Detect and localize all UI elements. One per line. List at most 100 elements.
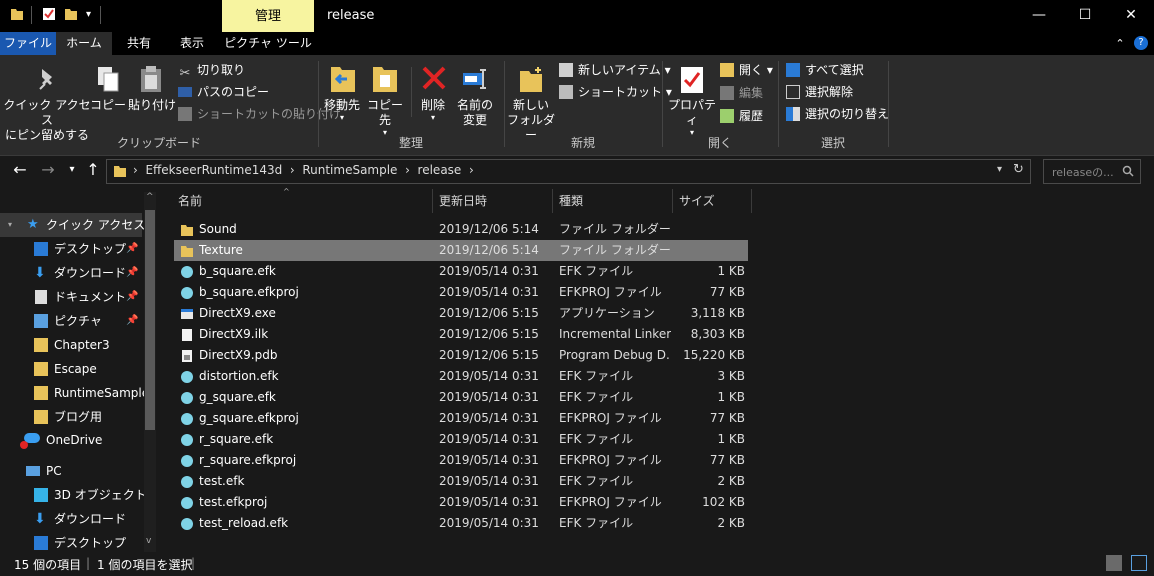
document-icon	[35, 290, 47, 304]
nav-item-3d-objects[interactable]: 3D オブジェクト	[0, 483, 147, 507]
close-button[interactable]: ✕	[1108, 0, 1154, 32]
tab-home[interactable]: ホーム	[56, 32, 112, 55]
search-box[interactable]: releaseの...	[1043, 159, 1141, 184]
maximize-button[interactable]: ☐	[1062, 0, 1108, 32]
file-row[interactable]: test.efkproj 2019/05/14 0:31 EFKPROJ ファイル 1…	[174, 492, 748, 513]
copy-icon	[98, 67, 119, 92]
file-row[interactable]: r_square.efkproj 2019/05/14 0:31 EFKPROJ フ…	[174, 450, 748, 471]
recent-locations-icon[interactable]: ▾	[62, 160, 82, 180]
shortcut-button[interactable]: ショートカット ▾	[559, 82, 672, 102]
file-row[interactable]: DirectX9.pdb 2019/12/06 5:15 Program Debug…	[174, 345, 748, 366]
error-badge-icon	[20, 441, 28, 449]
file-row[interactable]: DirectX9.ilk 2019/12/06 5:15 Incremental L…	[174, 324, 748, 345]
column-header-date[interactable]: 更新日時	[433, 189, 553, 213]
search-icon	[1122, 165, 1134, 177]
file-row[interactable]: DirectX9.exe 2019/12/06 5:15 アプリケーション 3,118…	[174, 303, 748, 324]
file-row[interactable]: Sound 2019/12/06 5:14 ファイル フォルダー	[174, 219, 748, 240]
file-row[interactable]: distortion.efk 2019/05/14 0:31 EFK ファイル 3 K…	[174, 366, 748, 387]
column-header-name[interactable]: 名前	[172, 189, 432, 213]
forward-icon[interactable]: →	[38, 160, 58, 180]
nav-item-pc[interactable]: PC	[0, 459, 142, 483]
edit-button[interactable]: 編集	[720, 83, 763, 103]
paste-button[interactable]: 貼り付け	[128, 98, 176, 113]
rename-button[interactable]: 名前の 変更	[452, 98, 498, 128]
nav-item-runtimesample[interactable]: RuntimeSample	[0, 381, 149, 405]
nav-item-onedrive[interactable]: OneDrive	[0, 428, 142, 452]
folder-icon	[34, 410, 48, 424]
nav-quick-access[interactable]: ★ クイック アクセス	[0, 213, 145, 237]
cut-button[interactable]: ✂ 切り取り	[178, 60, 245, 81]
breadcrumb-item[interactable]: release	[418, 163, 462, 177]
address-dropdown-icon[interactable]: ▾	[997, 164, 1002, 175]
copy-to-button[interactable]: コピー先 ▾	[362, 98, 408, 138]
up-icon[interactable]: ↑	[83, 160, 103, 180]
new-folder-icon[interactable]	[64, 7, 78, 21]
scroll-down-icon[interactable]: v	[146, 536, 151, 546]
refresh-icon[interactable]: ↻	[1013, 162, 1024, 177]
column-header-size[interactable]: サイズ	[673, 189, 751, 213]
nav-item-pc-downloads[interactable]: ⬇ ダウンロード	[0, 507, 142, 531]
tab-share[interactable]: 共有	[112, 32, 166, 55]
nav-item-pictures[interactable]: ピクチャ 📌	[0, 309, 142, 333]
select-none-button[interactable]: 選択解除	[786, 82, 853, 102]
selection-count: 1 個の項目を選択	[97, 558, 193, 572]
tab-view[interactable]: 表示	[166, 32, 218, 55]
copy-button[interactable]: コピー	[88, 98, 128, 113]
file-row[interactable]: r_square.efk 2019/05/14 0:31 EFK ファイル 1 KB	[174, 429, 748, 450]
properties-button[interactable]: プロパティ ▾	[664, 98, 720, 138]
large-icons-view-icon[interactable]	[1131, 555, 1147, 571]
file-name: b_square.efkproj	[199, 285, 299, 299]
file-row[interactable]: test.efk 2019/05/14 0:31 EFK ファイル 2 KB	[174, 471, 748, 492]
nav-item-chapter3[interactable]: Chapter3	[0, 333, 142, 357]
breadcrumb-item[interactable]: RuntimeSample	[302, 163, 397, 177]
breadcrumb-item[interactable]: EffekseerRuntime143d	[145, 163, 282, 177]
file-size: 3 KB	[717, 369, 745, 383]
nav-item-documents[interactable]: ドキュメント 📌	[0, 285, 142, 309]
nav-item-escape[interactable]: Escape	[0, 357, 142, 381]
open-button[interactable]: 開く ▾	[720, 60, 773, 80]
file-row[interactable]: Texture 2019/12/06 5:14 ファイル フォルダー	[174, 240, 748, 261]
invert-selection-button[interactable]: 選択の切り替え	[786, 104, 889, 124]
customize-qat-icon[interactable]: ▾	[86, 9, 91, 20]
tab-file[interactable]: ファイル	[0, 32, 56, 55]
group-label-new: 新規	[570, 136, 595, 150]
nav-scrollbar[interactable]: ^ v	[144, 192, 156, 552]
column-header-type[interactable]: 種類	[553, 189, 673, 213]
paste-shortcut-button[interactable]: ショートカットの貼り付け	[178, 104, 341, 124]
back-icon[interactable]: ←	[10, 160, 30, 180]
delete-button[interactable]: 削除 ▾	[414, 98, 452, 123]
address-bar[interactable]: › EffekseerRuntime143d › RuntimeSample ›…	[106, 159, 1031, 184]
file-type: ファイル フォルダー	[559, 243, 671, 257]
properties-icon[interactable]	[42, 7, 56, 21]
file-row[interactable]: b_square.efkproj 2019/05/14 0:31 EFKPROJ フ…	[174, 282, 748, 303]
move-to-button[interactable]: 移動先 ▾	[320, 98, 364, 123]
nav-item-pc-desktop[interactable]: デスクトップ	[0, 531, 142, 552]
tab-picture-tools[interactable]: ピクチャ ツール	[222, 32, 314, 55]
file-date: 2019/05/14 0:31	[439, 264, 539, 278]
nav-item-downloads[interactable]: ⬇ ダウンロード 📌	[0, 261, 142, 285]
help-icon[interactable]: ?	[1134, 36, 1148, 50]
copy-path-button[interactable]: パスのコピー	[178, 82, 269, 102]
tab-manage[interactable]: 管理	[222, 0, 314, 32]
nav-item-desktop[interactable]: デスクトップ 📌	[0, 237, 142, 261]
delete-icon	[422, 66, 446, 90]
file-row[interactable]: test_reload.efk 2019/05/14 0:31 EFK ファイル 2 …	[174, 513, 748, 534]
minimize-button[interactable]: —	[1016, 0, 1062, 32]
history-button[interactable]: 履歴	[720, 106, 763, 126]
folder-icon	[34, 362, 48, 376]
nav-label: OneDrive	[46, 433, 103, 447]
file-row[interactable]: b_square.efk 2019/05/14 0:31 EFK ファイル 1 KB	[174, 261, 748, 282]
new-item-icon	[559, 63, 573, 77]
nav-label: Escape	[54, 362, 97, 376]
nav-item-blog[interactable]: ブログ用	[0, 405, 142, 429]
new-item-button[interactable]: 新しいアイテム ▾	[559, 60, 671, 80]
efk-file-icon	[181, 371, 193, 383]
file-row[interactable]: g_square.efk 2019/05/14 0:31 EFK ファイル 1 KB	[174, 387, 748, 408]
select-all-button[interactable]: すべて選択	[786, 60, 864, 80]
collapse-ribbon-icon[interactable]: ⌃	[1112, 32, 1128, 55]
details-view-icon[interactable]	[1106, 555, 1122, 571]
scroll-thumb[interactable]	[145, 210, 155, 430]
file-row[interactable]: g_square.efkproj 2019/05/14 0:31 EFKPROJ フ…	[174, 408, 748, 429]
scroll-up-icon[interactable]: ^	[146, 192, 154, 202]
ribbon: クイック アクセス にピン留めする コピー 貼り付け ✂ 切り取り パスのコピー …	[0, 55, 1154, 156]
